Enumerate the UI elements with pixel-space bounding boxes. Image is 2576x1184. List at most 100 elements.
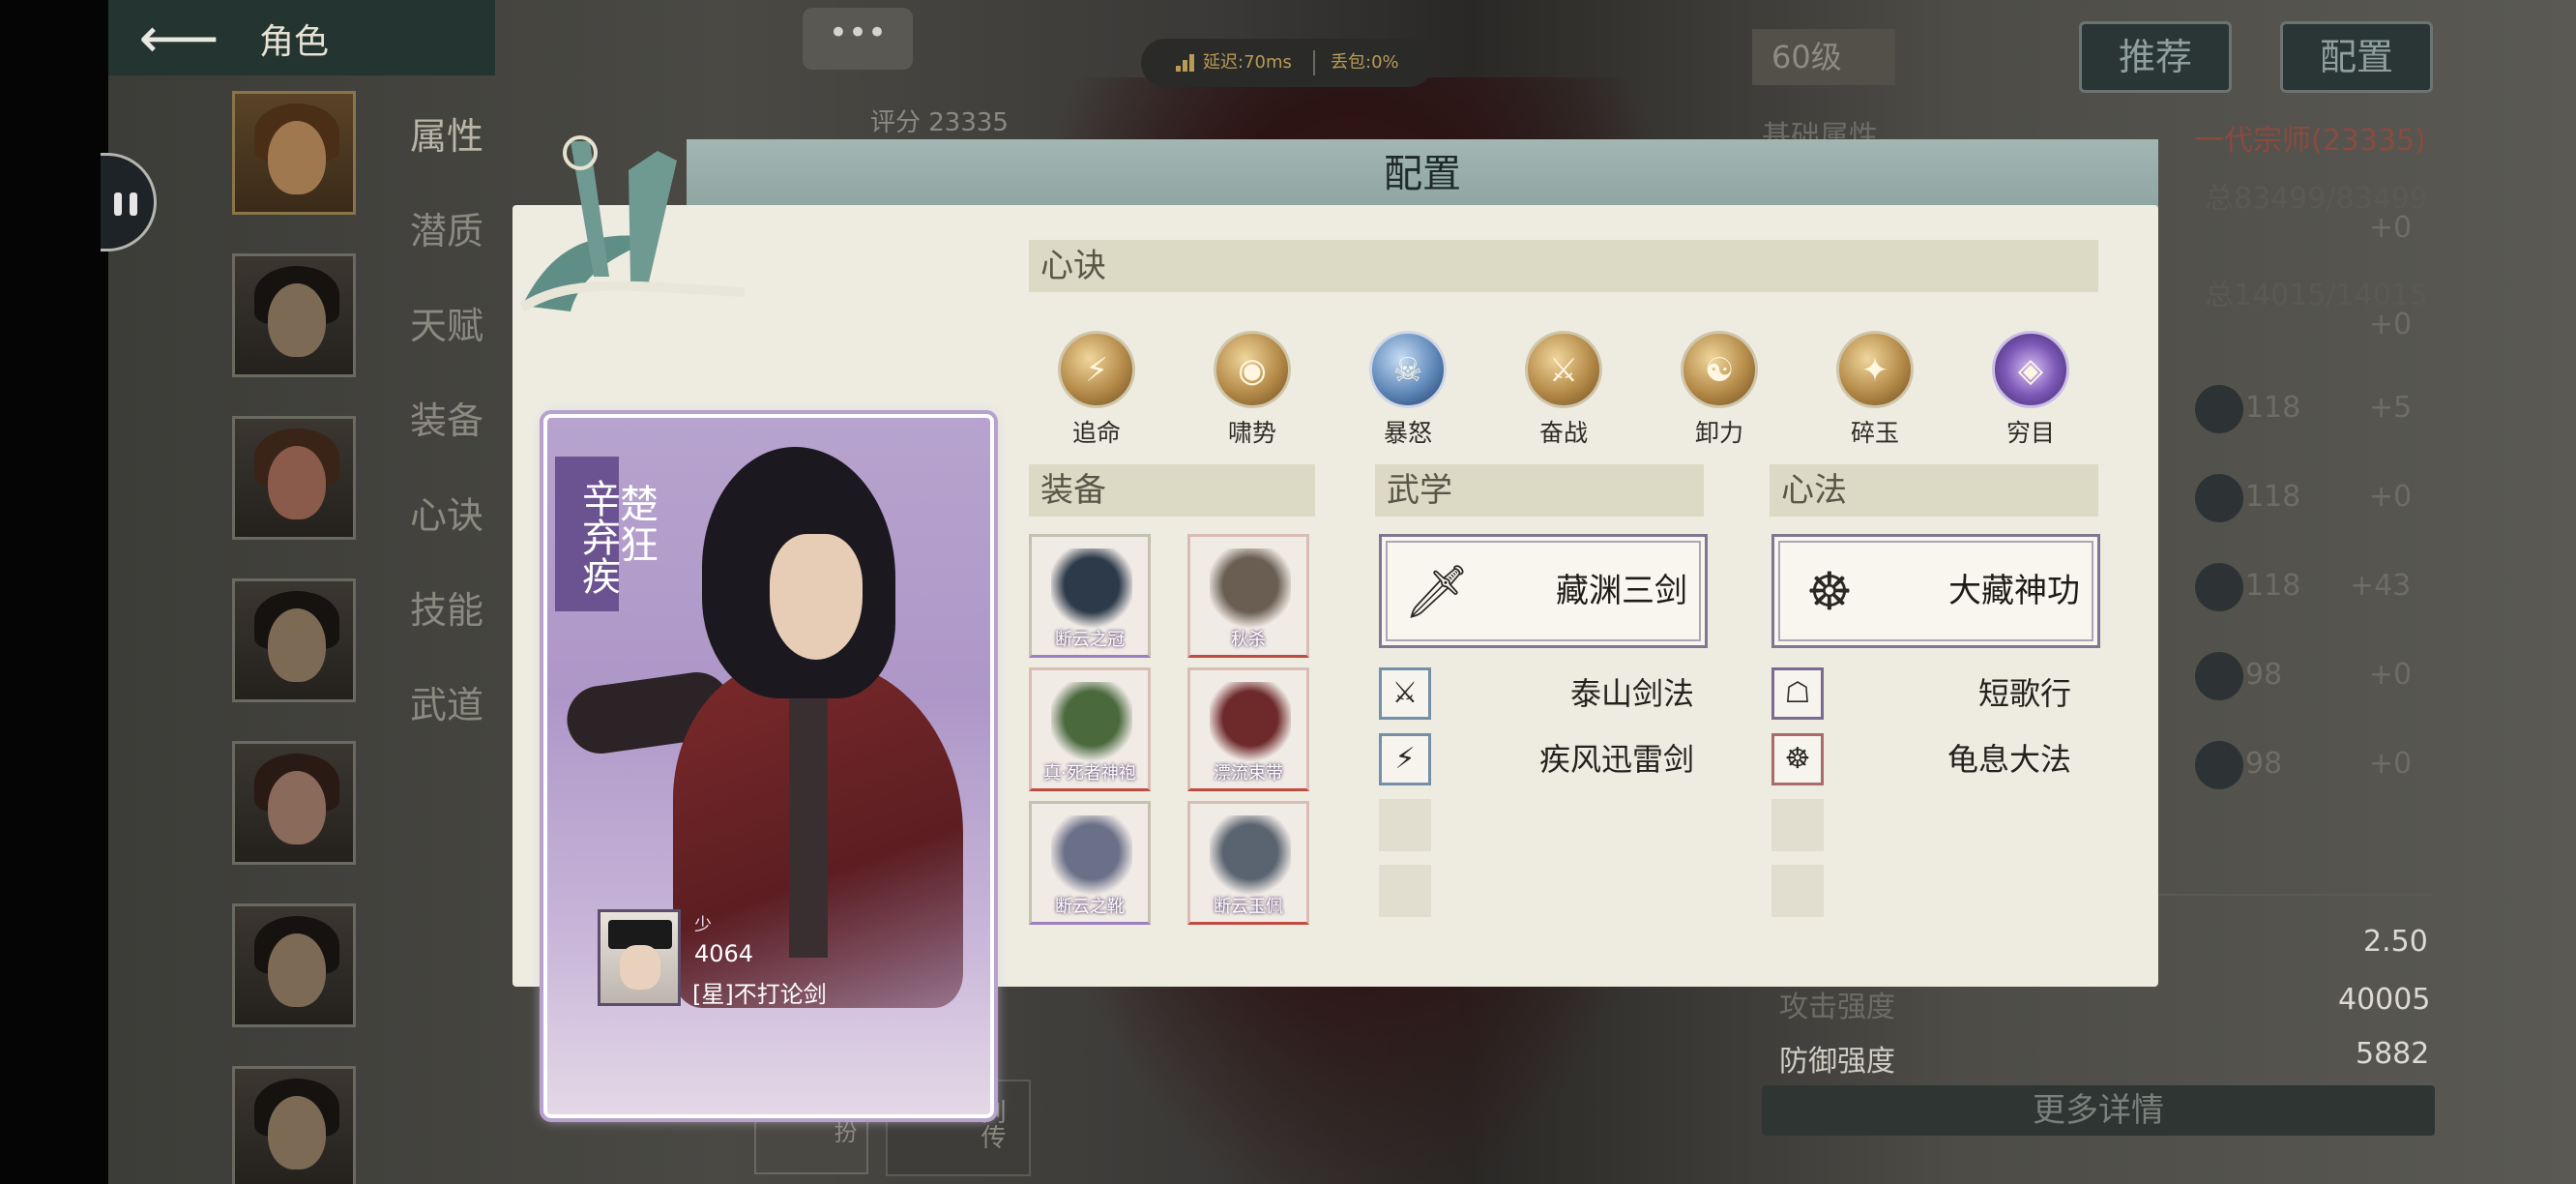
wuxue-skill-row[interactable]: ⚡ 疾风迅雷剑	[1379, 733, 1694, 785]
pause-icon	[114, 192, 122, 216]
tab-talent[interactable]: 天赋	[410, 296, 483, 349]
character-portrait[interactable]	[232, 903, 356, 1027]
empty-skill-slot[interactable]	[1771, 799, 1824, 851]
wuxue-skill-row[interactable]: ⚔ 泰山剑法	[1379, 667, 1694, 720]
meditation-icon: ☸	[1805, 561, 1854, 622]
wuxue-main-skill[interactable]: 🗡 藏渊三剑	[1379, 534, 1708, 648]
signal-icon	[1176, 54, 1195, 72]
xinfa-skill-row[interactable]: ☸ 龟息大法	[1771, 733, 2071, 785]
attribute-value: 118	[2245, 569, 2301, 603]
attribute-icon	[2195, 474, 2243, 522]
dialog-header: 配置	[687, 139, 2158, 209]
equipment-slot[interactable]: 断云之冠	[1029, 534, 1151, 658]
attack-value: 40005	[2338, 983, 2431, 1017]
tab-skills[interactable]: 技能	[410, 580, 483, 634]
xinfa-main-skill[interactable]: ☸ 大藏神功	[1771, 534, 2100, 648]
attribute-value: 118	[2245, 391, 2301, 425]
arrow-left-icon: ⟵	[138, 5, 220, 71]
xinjue-label: 追命	[1071, 419, 1121, 447]
xinjue-item[interactable]: ◉ 啸势	[1204, 331, 1301, 449]
config-dialog: 配置 辛弃疾 楚狂 少 4064 [星]不打论剑 心诀 ⚡ 追命 ◉ 啸势 ☠ 暴怒 ⚔ 奋战…	[512, 135, 2158, 1118]
config-button[interactable]: 配置	[2280, 21, 2433, 93]
recommend-button[interactable]: 推荐	[2079, 21, 2232, 93]
tab-wudao[interactable]: 武道	[410, 675, 483, 728]
owner-name: [星]不打论剑	[692, 981, 827, 1008]
back-button[interactable]: ⟵	[126, 8, 232, 68]
character-portrait[interactable]	[232, 416, 356, 540]
equipment-art-icon	[1210, 682, 1291, 763]
xinjue-item[interactable]: ☠ 暴怒	[1360, 331, 1456, 449]
empty-skill-slot[interactable]	[1379, 865, 1431, 917]
character-portrait[interactable]	[232, 741, 356, 865]
meditation-icon: ☸	[1771, 733, 1824, 785]
empty-skill-slot[interactable]	[1771, 865, 1824, 917]
xinjue-label: 卸力	[1694, 419, 1743, 447]
character-card[interactable]: 辛弃疾 楚狂 少 4064 [星]不打论剑	[543, 414, 994, 1118]
attack-label: 攻击强度	[1779, 991, 1895, 1024]
tab-equipment[interactable]: 装备	[410, 391, 483, 444]
equipment-slot[interactable]: 漂流束带	[1187, 667, 1309, 791]
equipment-art-icon	[1210, 815, 1291, 897]
equipment-name: 断云之冠	[1055, 630, 1125, 650]
character-portrait[interactable]	[232, 578, 356, 702]
xinjue-item[interactable]: ◈ 穷目	[1982, 331, 2079, 449]
skill-name: 大藏神功	[1948, 572, 2080, 610]
dialog-ornament-icon	[519, 135, 746, 312]
equipment-slot[interactable]: 断云之靴	[1029, 801, 1151, 925]
xinjue-item[interactable]: ☯ 卸力	[1671, 331, 1768, 449]
stat-value: 2.50	[2363, 925, 2428, 959]
skill-name: 泰山剑法	[1569, 675, 1694, 712]
xinjue-item[interactable]: ⚔ 奋战	[1515, 331, 1612, 449]
xinjue-item[interactable]: ⚡ 追命	[1048, 331, 1145, 449]
rating-text: 评分 23335	[870, 108, 1009, 137]
character-portrait[interactable]	[232, 91, 356, 215]
xinjue-label: 啸势	[1227, 419, 1276, 447]
equipment-slot[interactable]: 真·死者神袍	[1029, 667, 1151, 791]
tab-xinjue[interactable]: 心诀	[410, 486, 483, 539]
dialog-title: 配置	[1384, 152, 1461, 196]
attribute-value: 98	[2245, 658, 2283, 692]
equipment-art-icon	[1051, 682, 1132, 763]
attribute-icon	[2195, 563, 2243, 611]
equipment-section-header: 装备	[1029, 464, 1315, 517]
character-portrait[interactable]	[232, 253, 356, 377]
wuxue-section-header: 武学	[1375, 464, 1704, 517]
xinjue-label: 暴怒	[1383, 419, 1432, 447]
tab-attributes[interactable]: 属性	[410, 106, 483, 160]
attribute-icon	[2195, 652, 2243, 700]
character-title: 楚狂	[613, 484, 658, 565]
chat-button[interactable]: •••	[803, 8, 913, 70]
xinfa-section-header: 心法	[1770, 464, 2098, 517]
attribute-delta: +0	[2369, 480, 2413, 514]
level-badge: 60级	[1752, 29, 1895, 85]
defense-label: 防御强度	[1779, 1045, 1895, 1079]
xinjue-orb-icon: ◉	[1214, 331, 1291, 408]
attribute-delta: +5	[2369, 391, 2413, 425]
equipment-name: 漂流束带	[1214, 763, 1283, 784]
xinfa-skill-row[interactable]: ☖ 短歌行	[1771, 667, 2071, 720]
equipment-name: 秋杀	[1231, 630, 1266, 650]
equipment-name: 真·死者神袍	[1043, 763, 1136, 784]
xinjue-item[interactable]: ✦ 碎玉	[1827, 331, 1923, 449]
attribute-value: 118	[2245, 480, 2301, 514]
attribute-delta: +43	[2350, 569, 2412, 603]
xinjue-label: 碎玉	[1850, 419, 1899, 447]
equipment-art-icon	[1051, 815, 1132, 897]
empty-skill-slot[interactable]	[1379, 799, 1431, 851]
xinjue-orb-icon: ☠	[1369, 331, 1447, 408]
equipment-art-icon	[1051, 548, 1132, 630]
skill-name: 龟息大法	[1947, 741, 2071, 778]
more-details-button[interactable]: 更多详情	[1762, 1085, 2435, 1136]
equipment-name: 断云玉佩	[1214, 897, 1283, 917]
sword-dancer-icon: 🗡	[1403, 561, 1471, 622]
attribute-icon	[2195, 385, 2243, 433]
xinjue-orb-icon: ☯	[1681, 331, 1758, 408]
left-strip	[0, 0, 108, 1184]
lightning-sword-icon: ⚡	[1379, 733, 1431, 785]
equipment-name: 断云之靴	[1055, 897, 1125, 917]
equipment-slot[interactable]: 秋杀	[1187, 534, 1309, 658]
tab-potential[interactable]: 潜质	[410, 201, 483, 254]
character-portrait[interactable]	[232, 1066, 356, 1184]
equipment-slot[interactable]: 断云玉佩	[1187, 801, 1309, 925]
ellipsis-icon: •••	[828, 14, 888, 52]
